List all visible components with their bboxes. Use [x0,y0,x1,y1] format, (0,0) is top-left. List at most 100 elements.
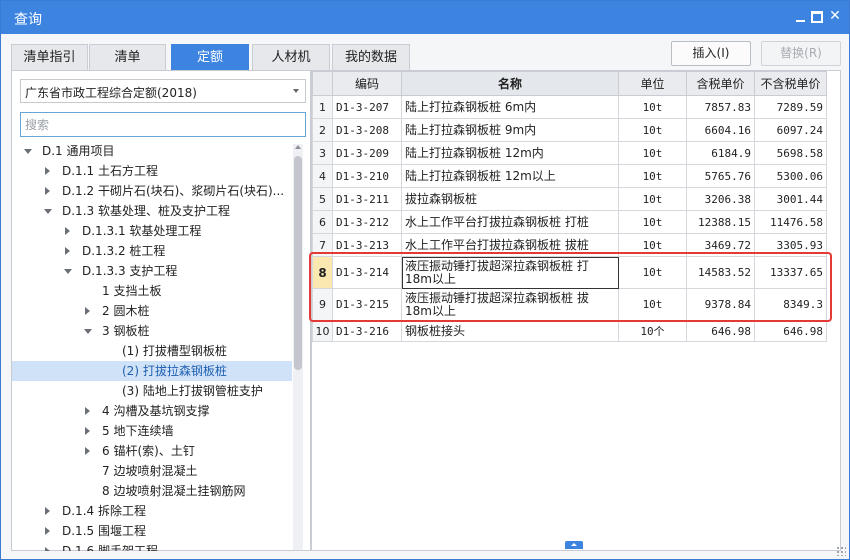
cell-idx: 1 [312,95,333,119]
tree-node[interactable]: D.1.6 脚手架工程 [12,541,292,551]
cell-notax: 5300.06 [754,164,827,188]
cell-name: 液压振动锤打拔超深拉森钢板桩 拔18m以上 [401,288,619,321]
search-input[interactable] [20,112,306,137]
tree-node-label: D.1 通用项目 [42,144,115,158]
tree-node[interactable]: 5 地下连续墙 [12,421,292,441]
tree-node[interactable]: D.1.3.1 软基处理工程 [12,221,292,241]
tree-node[interactable]: D.1.3 软基处理、桩及支护工程 [12,201,292,221]
insert-button[interactable]: 插入(I) [671,41,751,66]
tree-node-label: D.1.3.1 软基处理工程 [82,224,202,238]
table-row[interactable]: 8 D1-3-214 液压振动锤打拔超深拉森钢板桩 打18m以上 10t 14583.5… [312,256,827,289]
table-row[interactable]: 1 D1-3-207 陆上打拉森钢板桩 6m内 10t 7857.83 7289.59 [312,95,827,119]
caret-right-icon[interactable] [45,507,50,515]
library-select-value: 广东省市政工程综合定额(2018) [25,86,197,100]
cell-notax: 5698.58 [754,141,827,165]
column-header[interactable]: 不含税单价 [754,71,827,96]
tab-3[interactable]: 人材机 [252,44,330,70]
cell-idx: 6 [312,210,333,234]
table-row[interactable]: 10 D1-3-216 钢板桩接头 10个 646.98 646.98 [312,320,827,342]
caret-right-icon[interactable] [85,447,90,455]
cell-unit: 10t [618,187,687,211]
tree-node-label: 3 钢板桩 [102,324,150,338]
cell-tax: 14583.52 [686,256,755,289]
caret-right-icon[interactable] [65,227,70,235]
caret-right-icon[interactable] [45,527,50,535]
cell-unit: 10个 [618,320,687,342]
tab-1[interactable]: 清单 [89,44,166,70]
table-row[interactable]: 2 D1-3-208 陆上打拉森钢板桩 9m内 10t 6604.16 6097.24 [312,118,827,142]
caret-right-icon[interactable] [65,247,70,255]
cell-tax: 7857.83 [686,95,755,119]
caret-down-icon[interactable] [64,269,72,274]
cell-notax: 11476.58 [754,210,827,234]
tree-node[interactable]: D.1.1 土石方工程 [12,161,292,181]
table-row[interactable]: 5 D1-3-211 拔拉森钢板桩 10t 3206.38 3001.44 [312,187,827,211]
replace-button[interactable]: 替换(R) [761,41,841,66]
caret-right-icon[interactable] [85,427,90,435]
tree-node[interactable]: 7 边坡喷射混凝土 [12,461,292,481]
scroll-up-icon[interactable] [295,145,301,149]
tab-2[interactable]: 定额 [171,44,249,70]
tree-node[interactable]: D.1.5 围堰工程 [12,521,292,541]
table-row[interactable]: 7 D1-3-213 水上工作平台打拔拉森钢板桩 拔桩 10t 3469.72 3305.… [312,233,827,257]
tree-node[interactable]: 8 边坡喷射混凝土挂钢筋网 [12,481,292,501]
table-row[interactable]: 9 D1-3-215 液压振动锤打拔超深拉森钢板桩 拔18m以上 10t 9378.84… [312,288,827,321]
tree-node[interactable]: D.1.3.2 桩工程 [12,241,292,261]
caret-right-icon[interactable] [45,547,50,551]
tree-node[interactable]: D.1 通用项目 [12,141,292,161]
caret-down-icon[interactable] [24,149,32,154]
cell-idx: 8 [312,256,333,289]
library-select[interactable]: 广东省市政工程综合定额(2018) [20,79,306,103]
title-bar[interactable]: 查询 ✕ [1,1,849,34]
tree-node[interactable]: 3 钢板桩 [12,321,292,341]
column-header[interactable] [312,71,333,96]
column-header[interactable]: 单位 [618,71,687,96]
cell-name: 陆上打拉森钢板桩 12m内 [401,141,619,165]
cell-notax: 8349.3 [754,288,827,321]
cell-idx: 5 [312,187,333,211]
cell-tax: 3469.72 [686,233,755,257]
tree-node[interactable]: D.1.2 干砌片石(块石)、浆砌片石(块石)... [12,181,292,201]
query-window: 查询 ✕ 清单指引 清单 定额 人材机 我的数据 插入(I) 替换(R) 广东省市政工程… [0,0,850,560]
chevron-down-icon [293,89,299,93]
tree-node[interactable]: (3) 陆地上打拔钢管桩支护 [12,381,292,401]
close-icon[interactable]: ✕ [827,8,843,24]
tab-4[interactable]: 我的数据 [332,44,410,70]
caret-down-icon[interactable] [84,329,92,334]
tree-node[interactable]: D.1.4 拆除工程 [12,501,292,521]
tree-scrollbar-thumb[interactable] [294,156,302,370]
table-row[interactable]: 4 D1-3-210 陆上打拉森钢板桩 12m以上 10t 5765.76 5300.06 [312,164,827,188]
cell-unit: 10t [618,233,687,257]
tree-node[interactable]: 2 圆木桩 [12,301,292,321]
tree-node[interactable]: 1 支挡土板 [12,281,292,301]
cell-notax: 13337.65 [754,256,827,289]
caret-right-icon[interactable] [45,187,50,195]
column-header[interactable]: 名称 [401,71,619,96]
resize-grip-icon[interactable] [836,546,846,556]
tree-node-label: D.1.3 软基处理、桩及支护工程 [62,204,230,218]
caret-right-icon[interactable] [85,307,90,315]
column-header[interactable]: 编码 [332,71,402,96]
tree-scrollbar[interactable] [293,144,303,550]
cell-code: D1-3-211 [332,187,402,211]
column-header[interactable]: 含税单价 [686,71,755,96]
tree-node[interactable]: (2) 打拔拉森钢板桩 [12,361,292,381]
tree-node[interactable]: (1) 打拔槽型钢板桩 [12,341,292,361]
tree-node[interactable]: 4 沟槽及基坑钢支撑 [12,401,292,421]
cell-tax: 12388.15 [686,210,755,234]
tab-0[interactable]: 清单指引 [11,44,88,70]
caret-down-icon[interactable] [44,209,52,214]
caret-right-icon[interactable] [85,407,90,415]
table-row[interactable]: 6 D1-3-212 水上工作平台打拔拉森钢板桩 打桩 10t 12388.15 1147… [312,210,827,234]
cell-notax: 7289.59 [754,95,827,119]
collapse-handle[interactable] [565,541,583,549]
table-row[interactable]: 3 D1-3-209 陆上打拉森钢板桩 12m内 10t 6184.9 5698.58 [312,141,827,165]
tree-node[interactable]: D.1.3.3 支护工程 [12,261,292,281]
cell-unit: 10t [618,288,687,321]
tree-node[interactable]: 6 锚杆(索)、土钉 [12,441,292,461]
caret-right-icon[interactable] [45,167,50,175]
maximize-icon[interactable] [809,8,825,24]
minimize-icon[interactable] [793,8,809,24]
tree-node-label: 5 地下连续墙 [102,424,174,438]
tree-node-label: 4 沟槽及基坑钢支撑 [102,404,210,418]
